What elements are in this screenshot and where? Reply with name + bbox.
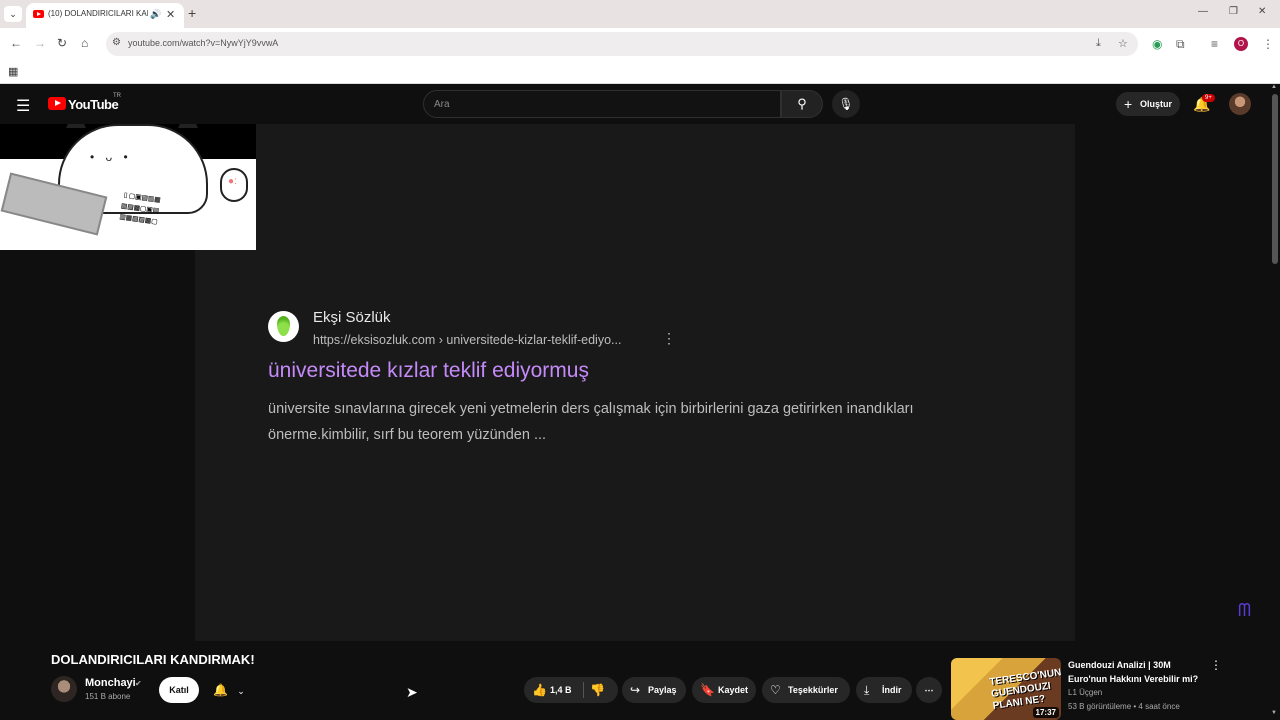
- home-icon[interactable]: ⌂: [81, 36, 88, 50]
- subscribe-bell-button[interactable]: 🔔 ⌄: [207, 677, 253, 703]
- result-snippet: üniversite sınavlarına girecek yeni yetm…: [268, 401, 914, 443]
- extensions-puzzle-icon[interactable]: ⧉: [1176, 37, 1185, 52]
- result-title: üniversitede kızlar teklif ediyormuş: [268, 359, 589, 382]
- share-label: Paylaş: [648, 685, 677, 695]
- notification-badge: 9+: [1202, 94, 1215, 102]
- country-code: TR: [113, 93, 121, 99]
- eksi-favicon-icon: [268, 311, 299, 342]
- youtube-logo-icon[interactable]: [48, 97, 66, 110]
- join-button[interactable]: Katıl: [159, 677, 199, 703]
- profile-avatar[interactable]: O: [1234, 37, 1248, 51]
- recommended-channel[interactable]: L1 Üçgen: [1068, 688, 1102, 697]
- cat-paw: ●:: [220, 168, 248, 202]
- dislike-icon[interactable]: 👎: [590, 677, 605, 703]
- back-icon[interactable]: ←: [10, 36, 22, 50]
- recommended-title[interactable]: Guendouzi Analizi | 30M Euro'nun Hakkını…: [1068, 658, 1208, 686]
- hamburger-menu-icon[interactable]: ☰: [16, 96, 30, 116]
- apps-grid-icon[interactable]: ▦: [8, 65, 18, 78]
- recommended-more-icon[interactable]: ⋮: [1210, 658, 1222, 672]
- channel-name[interactable]: Monchayi: [85, 677, 136, 689]
- tab-search-chevron-icon[interactable]: ⌄: [4, 6, 22, 22]
- url-text: youtube.com/watch?v=NywYjY9vvwA: [128, 38, 279, 48]
- search-placeholder: Ara: [434, 99, 450, 110]
- result-site-name: Ekşi Sözlük: [313, 309, 391, 326]
- window-close-icon[interactable]: ✕: [1258, 6, 1266, 17]
- reload-icon[interactable]: ↻: [57, 36, 67, 50]
- channel-watermark-icon[interactable]: ᗰ: [1238, 600, 1251, 621]
- subscriber-count: 151 B abone: [85, 692, 131, 701]
- video-duration: 17:37: [1032, 707, 1059, 718]
- new-tab-icon[interactable]: +: [188, 5, 196, 21]
- youtube-wordmark[interactable]: YouTube: [68, 97, 119, 112]
- cat-ear-left: [66, 124, 86, 128]
- super-thanks-icon: ♡: [770, 683, 781, 697]
- search-input[interactable]: Ara: [423, 90, 781, 118]
- create-button[interactable]: + Oluştur: [1116, 92, 1180, 116]
- like-dislike-group: 👍 1,4 B 👎: [524, 677, 618, 703]
- scroll-down-icon[interactable]: ▼: [1271, 710, 1277, 716]
- save-bookmark-icon: 🔖: [700, 683, 715, 697]
- youtube-header: ☰ YouTube TR Ara ⚲ 🎙 + Oluştur 🔔 9+: [0, 84, 1280, 124]
- chevron-down-icon: ⌄: [237, 686, 245, 696]
- cat-ear-right: [178, 124, 198, 128]
- bookmarks-bar: ▦: [0, 60, 1280, 84]
- bongo-cat-overlay: • ᴗ • ●: ▯▢▣▤▥▦ ▧▨▩▢▣▤ ▥▦▧▨▩▢: [0, 124, 256, 250]
- download-icon: ⤓: [864, 683, 870, 697]
- restore-icon[interactable]: ❐: [1229, 6, 1238, 17]
- microphone-icon: 🎙: [838, 97, 854, 111]
- scroll-up-icon[interactable]: ▲: [1271, 84, 1277, 90]
- scroll-thumb[interactable]: [1272, 94, 1278, 264]
- thanks-button[interactable]: ♡ Teşekkürler: [762, 677, 850, 703]
- paw-beans-icon: ●:: [228, 176, 237, 187]
- like-icon[interactable]: 👍: [532, 677, 547, 703]
- share-button[interactable]: ↪ Paylaş: [622, 677, 686, 703]
- tab-close-icon[interactable]: ✕: [166, 8, 175, 21]
- tab-audio-icon[interactable]: 🔊: [150, 9, 161, 20]
- channel-avatar[interactable]: [51, 676, 77, 702]
- verified-icon: ✔: [135, 679, 142, 688]
- like-divider: [583, 682, 584, 698]
- browser-tabstrip: ⌄ (10) DOLANDIRICILARI KAN 🔊 ✕ + — ❐ ✕: [0, 0, 1280, 28]
- mouse-cursor-icon: ➤: [406, 684, 418, 700]
- install-app-icon[interactable]: ⤓: [1096, 37, 1101, 50]
- bell-icon: 🔔: [213, 683, 228, 697]
- media-controls-icon[interactable]: ≡: [1211, 37, 1218, 51]
- forward-icon[interactable]: →: [34, 36, 46, 50]
- result-site-url: https://eksisozluk.com › universitede-ki…: [313, 333, 622, 347]
- share-icon: ↪: [630, 683, 641, 697]
- browser-toolbar: ← → ↻ ⌂ ⚙ youtube.com/watch?v=NywYjY9vvw…: [0, 28, 1280, 60]
- save-label: Kaydet: [718, 685, 749, 695]
- tab-title: (10) DOLANDIRICILARI KAN: [48, 9, 148, 18]
- site-info-icon[interactable]: ⚙: [112, 37, 121, 48]
- download-label: İndir: [882, 685, 902, 695]
- video-title: DOLANDIRICILARI KANDIRMAK!: [51, 652, 255, 667]
- more-actions-button[interactable]: ⋯: [916, 677, 942, 703]
- thumbnail-text: TERESCO'NUN GUENDOUZI PLANI NE?: [988, 667, 1061, 712]
- green-drop-icon: [277, 316, 290, 336]
- cat-face: • ᴗ •: [90, 150, 132, 164]
- minimize-icon[interactable]: —: [1198, 6, 1208, 17]
- create-label: Oluştur: [1140, 99, 1173, 109]
- recommended-meta: 53 B görüntüleme • 4 saat önce: [1068, 702, 1180, 711]
- account-avatar[interactable]: [1229, 93, 1251, 115]
- search-button[interactable]: ⚲: [781, 90, 823, 118]
- like-count[interactable]: 1,4 B: [550, 677, 572, 703]
- download-button[interactable]: ⤓ İndir: [856, 677, 912, 703]
- youtube-favicon-icon: [33, 10, 44, 18]
- page-scrollbar[interactable]: ▲ ▼: [1270, 84, 1280, 720]
- voice-search-button[interactable]: 🎙: [832, 90, 860, 118]
- extension-icon[interactable]: ◉: [1152, 37, 1162, 51]
- plus-icon: +: [1124, 96, 1133, 112]
- recommended-thumbnail[interactable]: TERESCO'NUN GUENDOUZI PLANI NE? 17:37: [951, 658, 1061, 720]
- address-bar[interactable]: ⚙ youtube.com/watch?v=NywYjY9vvwA ⤓ ☆: [106, 32, 1138, 56]
- bookmark-star-icon[interactable]: ☆: [1118, 37, 1128, 50]
- browser-tab-active[interactable]: (10) DOLANDIRICILARI KAN 🔊 ✕: [26, 3, 184, 28]
- result-more-icon: ⋮: [662, 330, 676, 346]
- save-button[interactable]: 🔖 Kaydet: [692, 677, 756, 703]
- chrome-menu-icon[interactable]: ⋮: [1262, 37, 1274, 51]
- more-horizontal-icon: ⋯: [924, 685, 934, 695]
- search-icon: ⚲: [797, 96, 807, 111]
- thanks-label: Teşekkürler: [788, 685, 838, 695]
